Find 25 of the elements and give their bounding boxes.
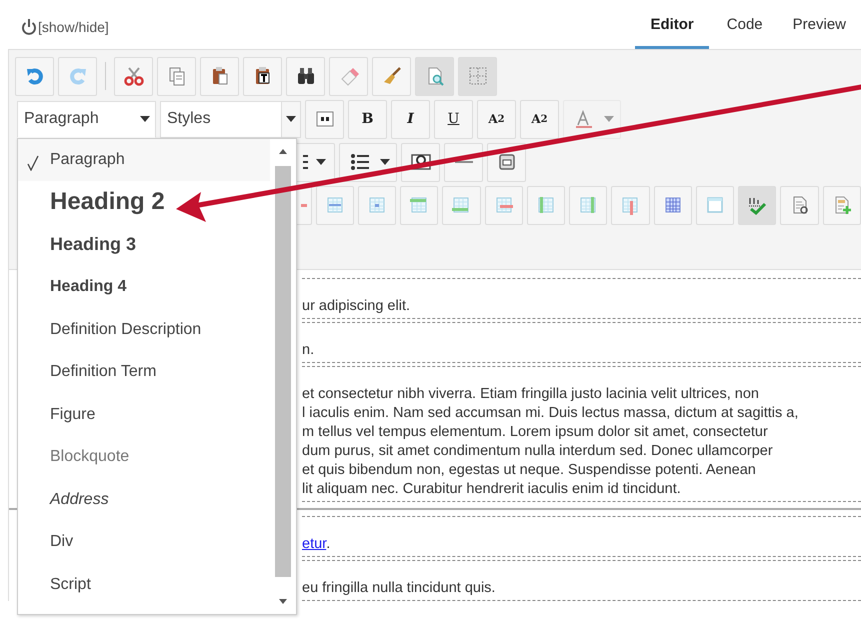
paragraph-text: ur adipiscing elit. xyxy=(302,298,410,314)
styles-dropdown[interactable]: Styles xyxy=(160,100,301,138)
menu-item[interactable]: Paragraph xyxy=(18,138,270,181)
menu-item[interactable]: Heading 3 xyxy=(18,224,270,266)
menu-item[interactable]: Definition Term xyxy=(18,351,270,394)
show-hide-link[interactable]: [show/hide] xyxy=(38,18,109,34)
show-hide-toggle[interactable]: [show/hide] xyxy=(0,0,109,49)
menu-item[interactable]: Heading 4 xyxy=(18,266,270,308)
menu-item[interactable]: Address xyxy=(18,478,270,521)
punctuation: . xyxy=(326,536,330,552)
menu-item[interactable]: Blockquote xyxy=(18,436,270,478)
menu-item[interactable]: Heading 2 xyxy=(18,181,270,224)
format-button[interactable]: U xyxy=(434,100,473,138)
paragraph-text: et consectetur nibh viverra. Etiam fringilla justo lacinia velit ultrices, non l iaculis enim. Nam sed accumsan mi. Duis lectus massa, dictum at sagittis a, m tellus vel tempus elementum. Lorem ipsum dolor sit amet, consectetur dum purus, sit amet condimentum nulla interdum sed. Donec ullamcorper et quis bibendum non, egestas ut neque. Suspendisse potenti. Aenean lit aliquam nec. Curabitur hendrerit iaculis enim id tincidunt. xyxy=(302,386,798,497)
text-link[interactable]: etur xyxy=(302,536,326,552)
menu-item[interactable]: Figure xyxy=(18,394,270,436)
format-button[interactable]: B xyxy=(348,100,387,138)
paragraph-text: eu fringilla nulla tincidunt quis. xyxy=(302,580,496,596)
menu-item[interactable]: Div xyxy=(18,521,270,564)
menu-item[interactable]: Script xyxy=(18,564,270,606)
tab[interactable]: Code xyxy=(712,0,778,49)
tab[interactable]: Preview xyxy=(778,0,861,49)
menu-item[interactable]: Definition Description xyxy=(18,308,270,351)
format-button[interactable]: I xyxy=(391,100,430,138)
paragraph-text: n. xyxy=(302,342,314,358)
